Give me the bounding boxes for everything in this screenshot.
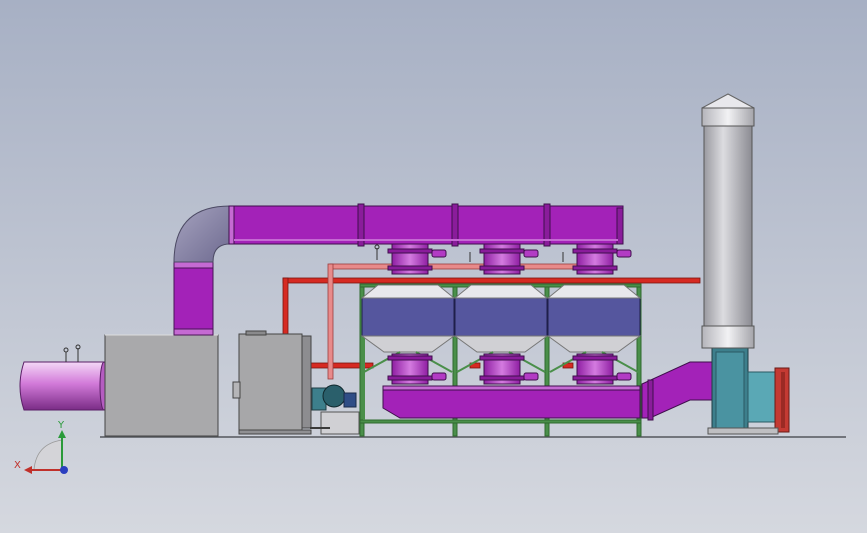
lower-valve-cylinders[interactable] xyxy=(387,353,632,385)
catalyst-bed-1[interactable] xyxy=(360,284,456,353)
upper-cylinder-1 xyxy=(387,243,447,275)
inlet-duct[interactable] xyxy=(19,344,109,411)
catalyst-bed-3[interactable] xyxy=(546,284,642,353)
upper-valve-cylinders[interactable] xyxy=(374,243,632,275)
dry-filter-box[interactable] xyxy=(104,334,219,437)
exhaust-stack[interactable] xyxy=(701,93,755,349)
y-axis-label: Y xyxy=(57,420,65,431)
coordinate-triad: X Y xyxy=(14,420,68,474)
top-header-duct[interactable] xyxy=(228,203,624,247)
lower-cylinder-1 xyxy=(387,353,447,385)
inlet-gauge-icon xyxy=(63,344,81,362)
bottom-collector-duct[interactable] xyxy=(382,385,641,419)
catalyst-bed-2[interactable] xyxy=(453,284,549,353)
exhaust-fan[interactable] xyxy=(707,347,790,435)
equipment-assembly-drawing: X Y xyxy=(14,93,846,474)
z-axis-dot xyxy=(60,466,68,474)
cad-viewport[interactable]: X Y xyxy=(0,0,867,533)
burner-fan-unit[interactable] xyxy=(310,384,360,435)
x-axis-label: X xyxy=(14,460,21,471)
upper-cylinder-2 xyxy=(479,243,539,275)
inlet-riser-duct[interactable] xyxy=(173,205,231,336)
lower-cylinder-2 xyxy=(479,353,539,385)
electric-heater-cabinet[interactable] xyxy=(232,330,312,435)
lower-cylinder-3 xyxy=(572,353,632,385)
upper-cylinder-3 xyxy=(572,243,632,275)
fan-inlet-duct[interactable] xyxy=(641,361,713,421)
